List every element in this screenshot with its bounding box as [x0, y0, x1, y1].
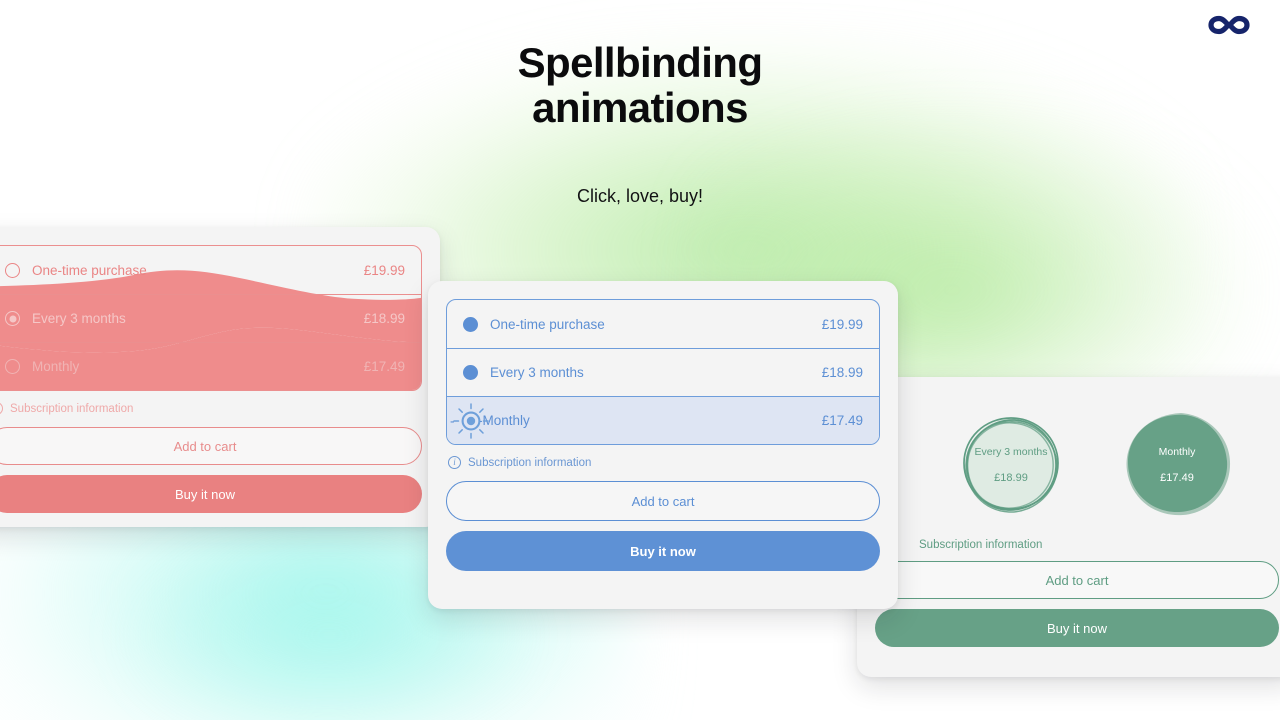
option-price: £18.99 [994, 472, 1028, 484]
filled-blob-icon [1126, 413, 1231, 516]
option-row[interactable]: Every 3 months £18.99 [0, 294, 421, 342]
sunburst-radio-icon[interactable] [452, 402, 489, 439]
option-label: Every 3 months [32, 311, 126, 326]
purchase-card-blue: One-time purchase £19.99 Every 3 months … [428, 281, 898, 609]
option-price: £19.99 [821, 316, 863, 332]
page-title-line-1: Spellbinding [517, 39, 763, 86]
option-row[interactable]: One-time purchase £19.99 [447, 300, 879, 348]
page-subtitle: Click, love, buy! [576, 186, 704, 206]
subscription-information[interactable]: i Subscription information [446, 456, 880, 469]
option-price: £17.49 [363, 359, 405, 374]
radio-dot-icon[interactable] [463, 316, 478, 332]
option-group-red[interactable]: One-time purchase £19.99 Every 3 months … [0, 245, 422, 391]
radio-unselected-icon[interactable] [5, 359, 20, 374]
sketch-circle-icon [963, 417, 1059, 513]
add-to-cart-button[interactable]: Add to cart [446, 481, 880, 521]
page-title: Spellbinding animations [0, 40, 1280, 131]
subscription-information-label: Subscription information [919, 539, 1043, 551]
buy-it-now-button[interactable]: Buy it now [875, 609, 1279, 647]
option-label: Every 3 months [974, 446, 1048, 458]
subscription-information[interactable]: Subscription information [875, 539, 1279, 551]
option-price: £17.49 [821, 413, 863, 428]
brand-logo [1208, 10, 1250, 44]
buy-it-now-button[interactable]: Buy it now [446, 531, 880, 571]
radio-dot-icon[interactable] [463, 365, 478, 380]
add-to-cart-button[interactable]: Add to cart [875, 561, 1279, 599]
option-row[interactable]: One-time purchase £19.99 [0, 246, 421, 294]
radio-selected-icon[interactable] [5, 311, 20, 326]
info-icon: i [0, 402, 3, 415]
option-blob[interactable]: Monthly £17.49 [1119, 407, 1235, 523]
option-price: £18.99 [363, 311, 405, 326]
subscription-information-label: Subscription information [468, 456, 592, 469]
option-price: £18.99 [821, 365, 863, 380]
option-label: Monthly [482, 413, 530, 428]
option-label: One-time purchase [32, 262, 147, 278]
subscription-information-label: Subscription information [10, 402, 134, 415]
infinity-icon [1208, 15, 1250, 35]
option-label: One-time purchase [490, 316, 605, 332]
buy-it-now-button[interactable]: Buy it now [0, 475, 422, 513]
radio-unselected-icon[interactable] [5, 262, 20, 278]
option-row[interactable]: Every 3 months £18.99 [447, 348, 879, 396]
option-label: Monthly [32, 359, 80, 374]
page-title-line-2: animations [532, 84, 748, 132]
option-row[interactable]: - - Monthly £17.49 [447, 396, 879, 444]
option-label: Every 3 months [490, 365, 584, 380]
option-group-green[interactable]: Every 3 months £18.99 Monthly £17.49 [875, 395, 1279, 535]
option-price: £19.99 [363, 262, 405, 278]
option-label-wrap: - Monthly [478, 413, 822, 428]
option-price: £17.49 [1160, 472, 1194, 484]
option-row[interactable]: Monthly £17.49 [0, 342, 421, 390]
purchase-card-red: One-time purchase £19.99 Every 3 months … [0, 227, 440, 527]
purchase-card-green: Every 3 months £18.99 Monthly £17.49 Sub… [857, 377, 1280, 677]
option-label: Monthly [1158, 446, 1196, 458]
info-icon: i [448, 456, 461, 469]
subscription-information[interactable]: i Subscription information [0, 402, 422, 415]
add-to-cart-button[interactable]: Add to cart [0, 427, 422, 465]
dash-left: - [450, 413, 455, 428]
option-group-blue[interactable]: One-time purchase £19.99 Every 3 months … [446, 299, 880, 445]
option-blob[interactable]: Every 3 months £18.99 [953, 407, 1069, 523]
